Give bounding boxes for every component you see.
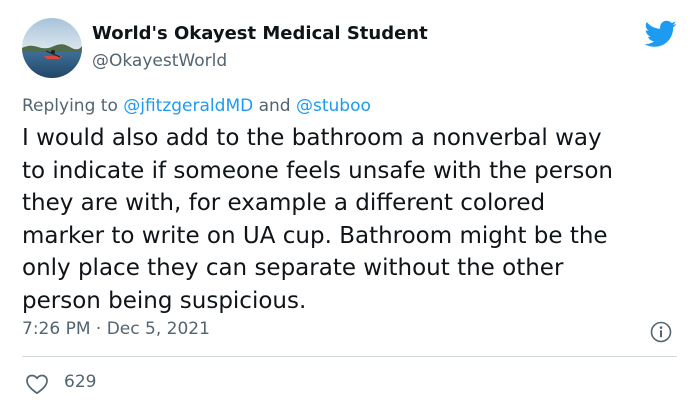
info-glyph bbox=[650, 321, 672, 343]
author-handle[interactable]: @OkayestWorld bbox=[92, 51, 227, 71]
author-display-name[interactable]: World's Okayest Medical Student bbox=[92, 23, 428, 44]
divider bbox=[22, 356, 677, 357]
tweet-text-line: they are with, for example a different c… bbox=[22, 190, 546, 216]
mention-stuboo[interactable]: @stuboo bbox=[296, 96, 371, 116]
tweet-text-line: marker to write on UA cup. Bathroom migh… bbox=[22, 222, 608, 249]
twitter-bird-icon[interactable] bbox=[644, 20, 677, 48]
kayak-sunset-icon bbox=[22, 18, 82, 78]
info-icon[interactable] bbox=[650, 321, 672, 343]
mention-jfitzgeraldmd[interactable]: @jfitzgeraldMD bbox=[123, 96, 253, 116]
tweet-text-line: to indicate if someone feels unsafe with… bbox=[22, 157, 613, 184]
tweet-card: World's Okayest Medical Student @Okayest… bbox=[0, 0, 700, 410]
tweet-text-line: person being suspicious. bbox=[22, 287, 307, 314]
reply-prefix: Replying to bbox=[22, 96, 124, 116]
tweet-timestamp[interactable]: 7:26 PM · Dec 5, 2021 bbox=[22, 319, 210, 339]
avatar[interactable] bbox=[22, 18, 82, 78]
twitter-bird-glyph bbox=[644, 20, 677, 47]
tweet-text: I would also add to the bathroom a nonve… bbox=[22, 122, 692, 317]
tweet-text-line: only place they can separate without the… bbox=[22, 255, 564, 281]
tweet-text-line: I would also add to the bathroom a nonve… bbox=[22, 125, 602, 151]
heart-glyph bbox=[26, 374, 48, 395]
heart-icon[interactable] bbox=[25, 373, 49, 395]
reply-conjunction: and bbox=[253, 96, 296, 116]
like-count: 629 bbox=[64, 372, 97, 392]
reply-context: Replying to @jfitzgeraldMD and @stuboo bbox=[22, 96, 371, 116]
